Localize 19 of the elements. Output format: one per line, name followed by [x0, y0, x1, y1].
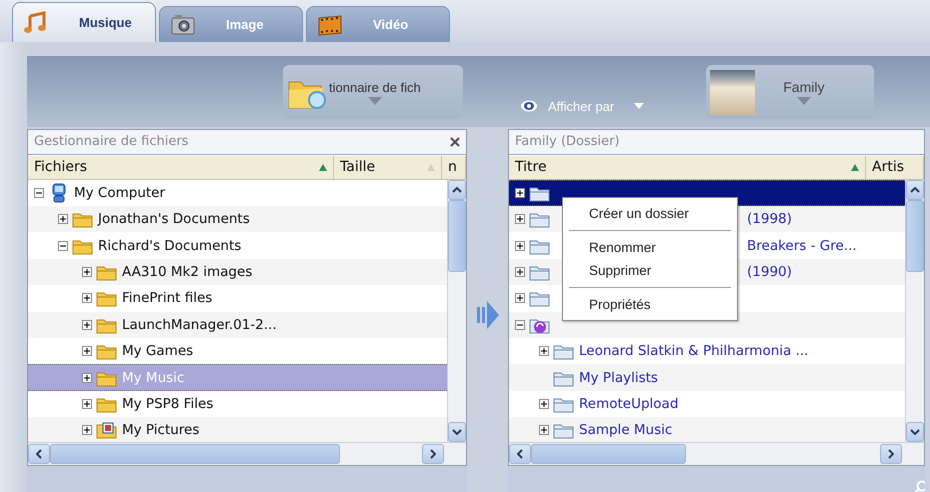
panel-title: Gestionnaire de fichiers	[34, 134, 188, 150]
tree-item-label: Breakers - Gre...	[747, 238, 857, 254]
tree-item-label: Leonard Slatkin & Philharmonia ...	[579, 343, 808, 360]
tree-item-label: Sample Music	[579, 422, 672, 438]
panel-title: Family (Dossier)	[515, 134, 620, 150]
tree-item-label: Jonathan's Documents	[98, 211, 250, 228]
tree-item-label: AA310 Mk2 images	[122, 264, 252, 280]
tree-item-label: LaunchManager.01-2...	[122, 316, 277, 333]
tree-item-label: My Pictures	[122, 422, 200, 438]
tree-item-label: FinePrint files	[122, 290, 212, 306]
tree-item-label: My Games	[122, 343, 194, 360]
tree-item-label: My Playlists	[579, 370, 658, 386]
tree-item-label: Richard's Documents	[98, 238, 242, 254]
tree-item-label: (1998)	[747, 211, 792, 228]
tree-item-label: My Computer	[74, 184, 166, 201]
tree-item-label: RemoteUpload	[579, 396, 678, 412]
tree-item-label: My PSP8 Files	[122, 396, 214, 412]
tree-item-label: My Music	[122, 370, 184, 386]
tree-item-label: (1990)	[747, 264, 792, 280]
